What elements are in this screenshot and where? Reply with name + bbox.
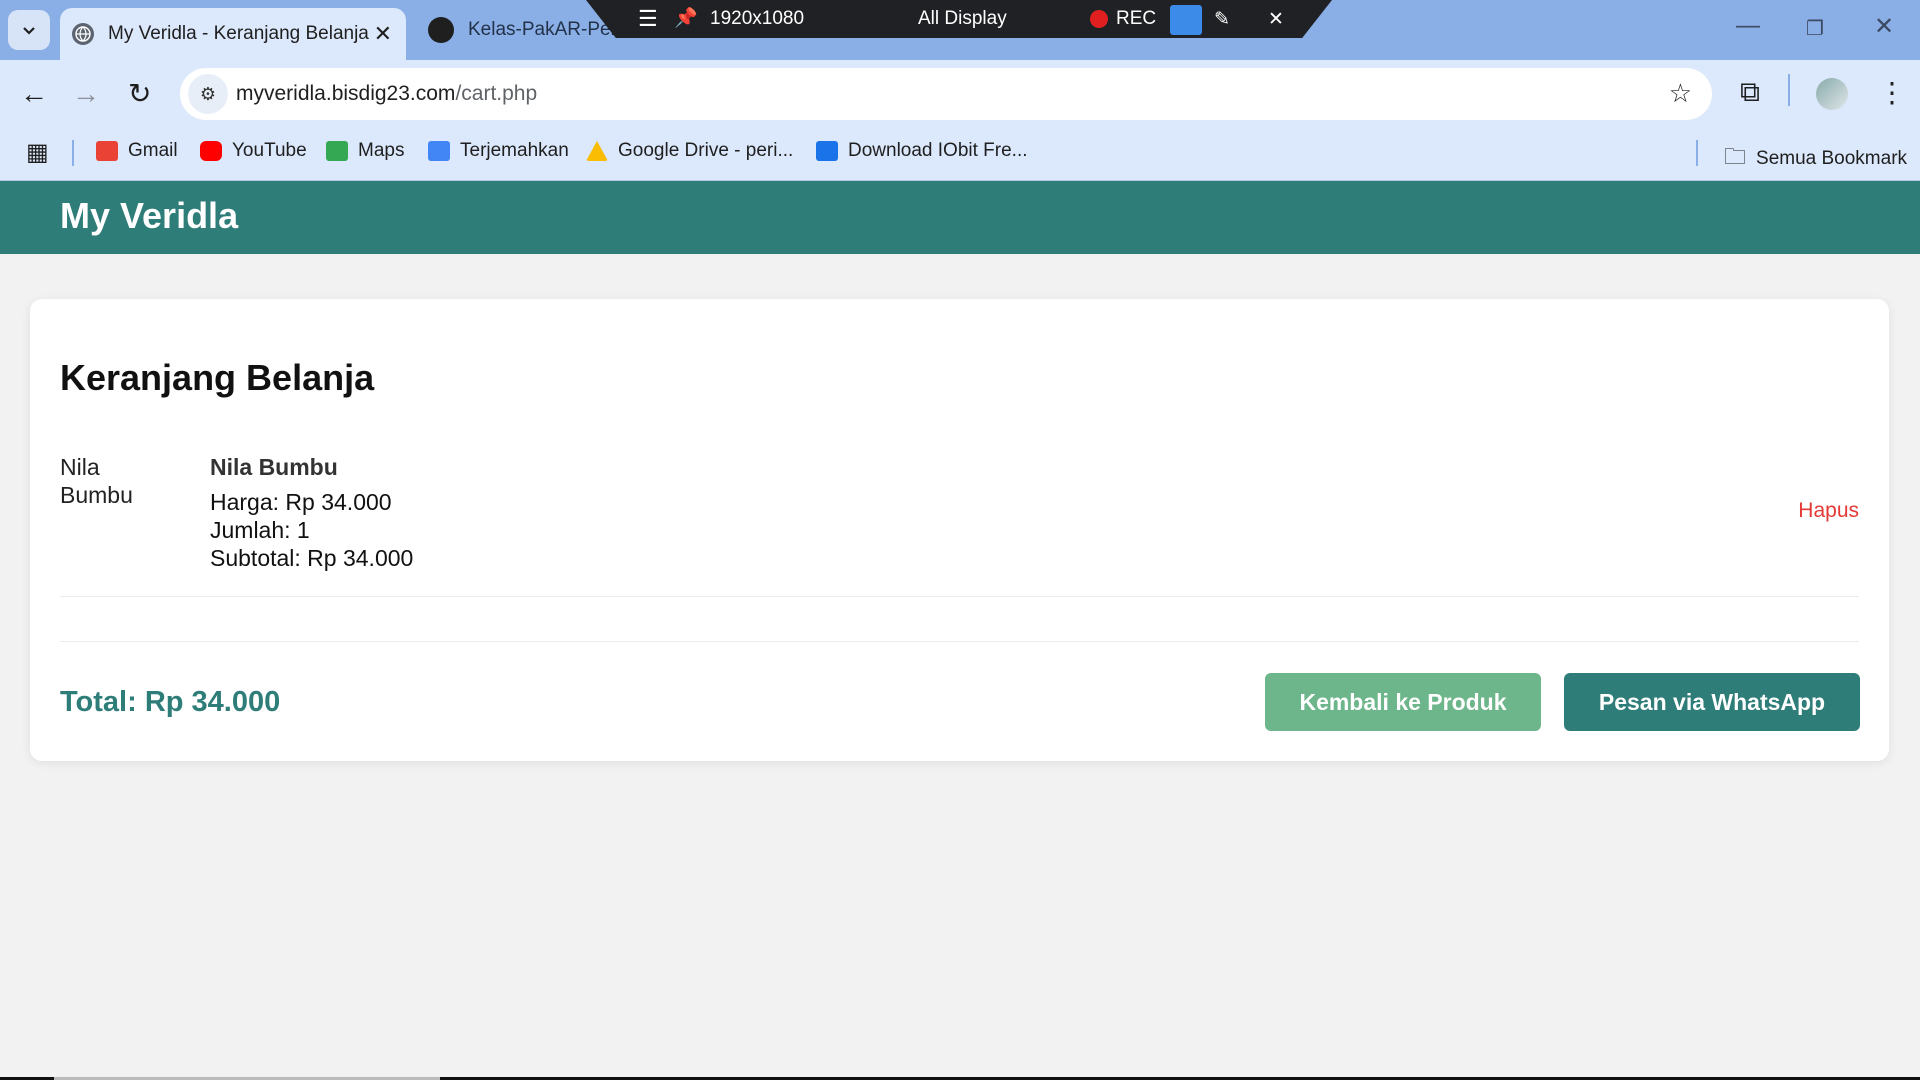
site-header: My Veridla (0, 181, 1920, 254)
product-image-broken: Nila Bumbu (60, 454, 133, 508)
bookmark-label: Google Drive - peri... (618, 140, 794, 161)
maps-icon (326, 141, 348, 161)
bookmark-iobit[interactable]: Download IObit Fre... (816, 140, 1028, 162)
profile-avatar[interactable] (1816, 78, 1848, 110)
minimize-icon[interactable]: — (1736, 12, 1760, 40)
youtube-icon (200, 141, 222, 161)
url-path: /cart.php (455, 82, 538, 105)
cart-item-price: Harga: Rp 34.000 (210, 489, 392, 515)
drive-icon (586, 141, 608, 161)
order-whatsapp-button[interactable]: Pesan via WhatsApp (1564, 673, 1860, 731)
all-bookmarks-button[interactable]: 🗀 Semua Bookmark (1724, 140, 1907, 178)
restore-icon[interactable]: ❐ (1806, 16, 1824, 41)
record-icon[interactable] (1090, 10, 1108, 28)
recorder-rec-label[interactable]: REC (1116, 8, 1156, 30)
bookmark-label: Maps (358, 140, 405, 161)
url-text[interactable]: myveridla.bisdig23.com/cart.php (236, 82, 537, 106)
bookmark-label: Gmail (128, 140, 178, 161)
bookmark-star-icon[interactable]: ☆ (1669, 78, 1692, 109)
tab-title: My Veridla - Keranjang Belanja (108, 23, 369, 44)
tab-search-button[interactable] (8, 10, 50, 50)
bookmark-translate[interactable]: Terjemahkan (428, 140, 569, 162)
bookmarks-bar: ▦ Gmail YouTube Maps Terjemahkan Google … (0, 128, 1920, 181)
gmail-icon (96, 141, 118, 161)
bookmark-drive[interactable]: Google Drive - peri... (586, 140, 793, 162)
github-icon (428, 17, 454, 43)
more-menu-icon[interactable]: ⋮ (1878, 76, 1906, 109)
bookmark-label: YouTube (232, 140, 307, 161)
menu-icon[interactable]: ☰ (638, 6, 658, 32)
bookmark-gmail[interactable]: Gmail (96, 140, 178, 162)
url-host: myveridla.bisdig23.com (236, 82, 456, 105)
browser-toolbar: ← → ↻ ⚙ myveridla.bisdig23.com/cart.php … (0, 60, 1920, 128)
pen-icon[interactable]: ✎ (1214, 8, 1230, 31)
cart-card: Keranjang Belanja Nila Bumbu Nila Bumbu … (30, 299, 1889, 761)
divider (60, 641, 1859, 642)
bookmark-youtube[interactable]: YouTube (200, 140, 307, 162)
address-bar[interactable]: ⚙ myveridla.bisdig23.com/cart.php ☆ (180, 68, 1712, 120)
camera-icon[interactable] (1170, 5, 1202, 35)
cart-item-subtotal: Subtotal: Rp 34.000 (210, 545, 414, 571)
bookmark-label: Terjemahkan (460, 140, 569, 161)
chevron-down-icon (23, 27, 35, 35)
cart-total: Total: Rp 34.000 (60, 686, 281, 718)
folder-icon: 🗀 (1724, 144, 1747, 169)
back-arrow-icon[interactable]: ← (20, 78, 48, 110)
site-brand[interactable]: My Veridla (60, 195, 238, 237)
translate-icon (428, 141, 450, 161)
close-tab-icon[interactable]: ✕ (374, 21, 392, 47)
remove-item-link[interactable]: Hapus (1798, 499, 1859, 523)
forward-arrow-icon[interactable]: → (72, 78, 100, 110)
pin-icon[interactable]: 📌 (674, 6, 698, 30)
bookmark-label: Download IObit Fre... (848, 140, 1028, 161)
tab-active[interactable]: My Veridla - Keranjang Belanja ✕ (60, 8, 406, 60)
close-recorder-icon[interactable]: ✕ (1268, 8, 1284, 31)
bookmark-maps[interactable]: Maps (326, 140, 404, 162)
cart-item-quantity: Jumlah: 1 (210, 517, 310, 543)
iobit-icon (816, 141, 838, 161)
reload-icon[interactable]: ↻ (128, 78, 151, 110)
extensions-icon[interactable]: ⧉ (1740, 76, 1760, 109)
divider (60, 596, 1859, 597)
cart-item-name: Nila Bumbu (210, 454, 338, 480)
recorder-mode[interactable]: All Display (918, 8, 1007, 30)
globe-icon (72, 23, 94, 45)
site-info-icon[interactable]: ⚙ (188, 74, 228, 114)
page-title: Keranjang Belanja (60, 357, 375, 398)
close-window-icon[interactable]: ✕ (1874, 12, 1894, 41)
apps-grid-icon[interactable]: ▦ (26, 138, 49, 167)
back-to-products-button[interactable]: Kembali ke Produk (1265, 673, 1541, 731)
recorder-resolution[interactable]: 1920x1080 (710, 8, 804, 30)
all-bookmarks-label: Semua Bookmark (1756, 148, 1908, 169)
tab-strip: My Veridla - Keranjang Belanja ✕ Kelas-P… (0, 0, 1920, 60)
screen-recorder-bar: ☰ 📌 1920x1080 All Display REC ✎ ✕ (586, 0, 1332, 38)
